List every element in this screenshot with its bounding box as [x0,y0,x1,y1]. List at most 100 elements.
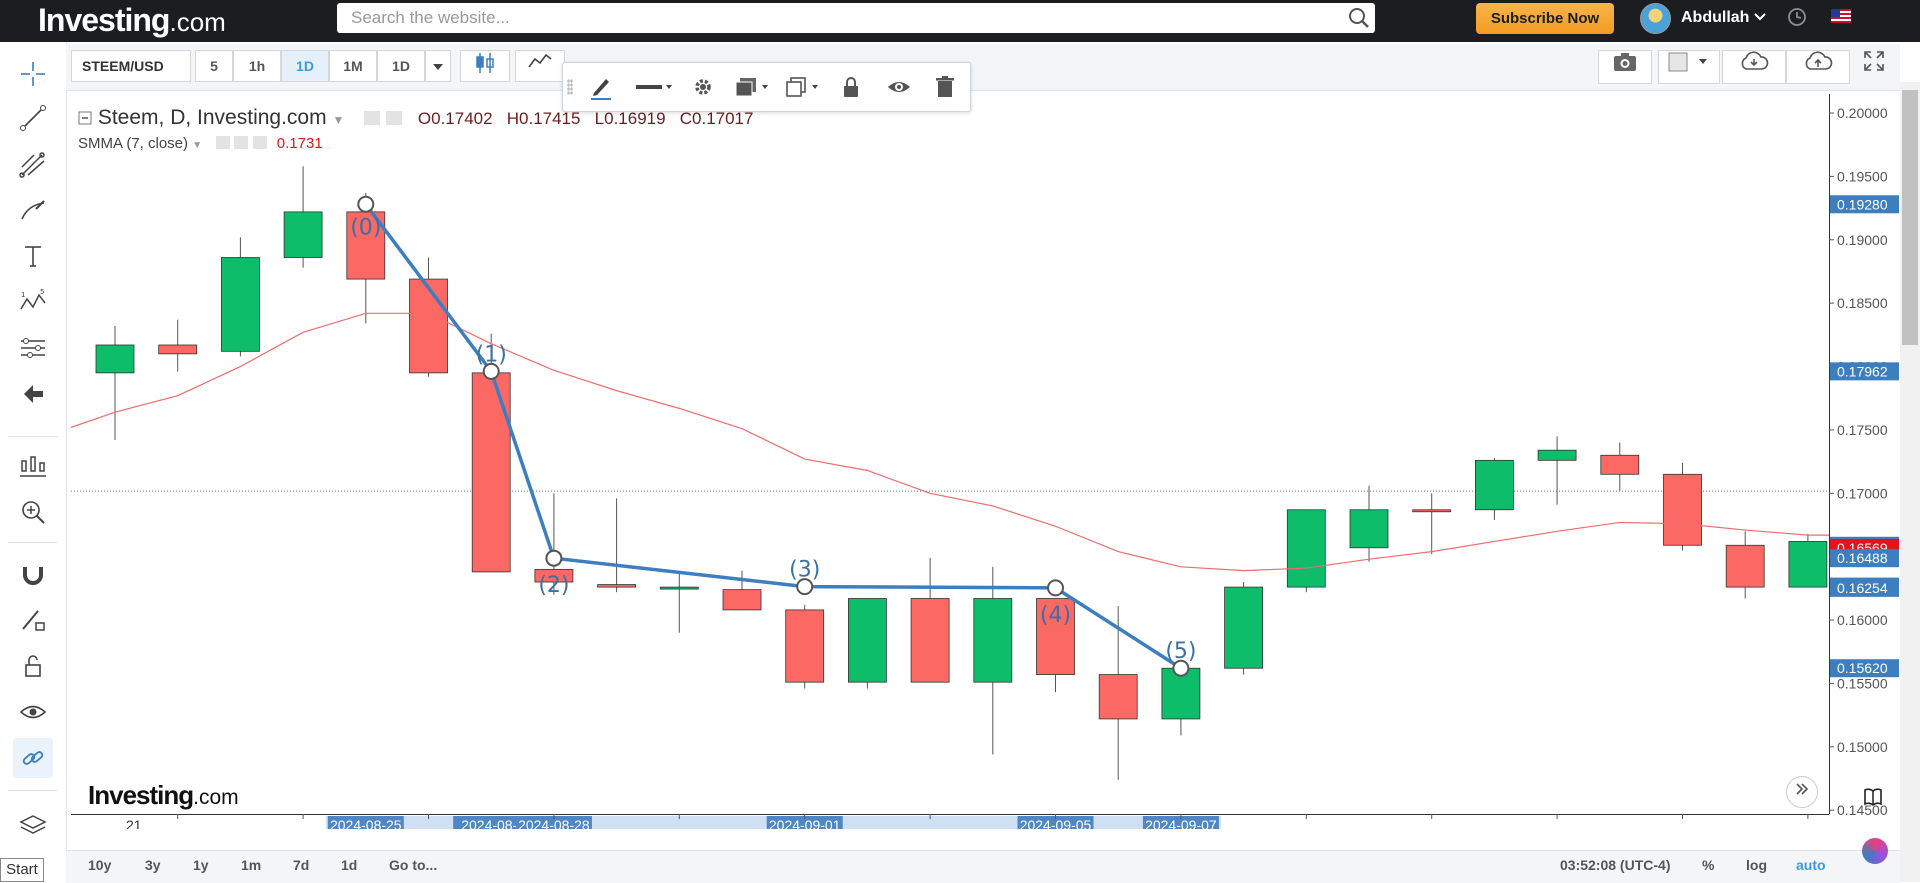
auto-toggle[interactable]: auto [1796,854,1826,876]
eye-icon [19,705,47,719]
compare-button[interactable] [515,50,565,82]
range-1m[interactable]: 1m [241,854,261,876]
pattern-icon: 51 [20,288,46,310]
chevron-down-icon[interactable]: ▼ [192,140,202,151]
lock-drawing-button[interactable] [829,69,873,105]
wave-point-label: (1) [476,342,507,367]
close-icon[interactable] [252,136,267,149]
brush-tool[interactable] [13,190,53,230]
range-3y[interactable]: 3y [145,854,161,876]
indicators-tool[interactable] [13,446,53,486]
clock-icon[interactable] [1787,7,1807,27]
search-icon[interactable] [1348,7,1370,29]
screenshot-button[interactable] [1598,50,1652,84]
trend-line-tool[interactable] [13,98,53,138]
interval-1h[interactable]: 1h [233,50,281,82]
fib-tool[interactable] [13,144,53,184]
symbol-selector[interactable]: STEEM/USD [71,50,191,82]
scroll-right-button[interactable] [1786,776,1818,808]
visual-order-button[interactable] [727,69,777,105]
investing-logo[interactable]: Investing.com [38,2,226,40]
chart-type-button[interactable] [460,50,510,82]
zoom-tool[interactable] [13,492,53,532]
book-icon[interactable] [1862,786,1884,808]
draw-color-button[interactable] [579,69,623,105]
settings-icon[interactable] [364,111,381,125]
text-icon [25,246,41,267]
toolbar-divider [8,436,58,437]
settings-icon[interactable] [216,136,231,149]
us-flag-icon[interactable] [1831,9,1851,23]
stay-drawing-tool[interactable] [13,600,53,640]
text-tool[interactable] [13,236,53,276]
stay-drawing-icon [22,610,45,631]
interval-1m[interactable]: 1M [329,50,377,82]
camera-icon [1614,53,1636,71]
clone-button[interactable] [777,69,827,105]
assistant-icon[interactable] [1862,838,1888,864]
user-menu[interactable]: Abdullah [1681,6,1766,30]
goto-date-button[interactable]: Go to... [389,854,437,876]
prediction-tool[interactable] [13,328,53,368]
price-label-text: 0.19280 [1837,196,1888,212]
time-axis-label: 21 [126,817,142,829]
price-axis-label: 0.15500 [1837,675,1888,691]
interval-1d[interactable]: 1D [281,50,329,82]
indicator-legend[interactable]: SMMA (7, close) ▼ 0.1731 [78,135,323,152]
start-button[interactable]: Start [0,858,44,882]
search-input[interactable] [337,3,1375,33]
subscribe-button[interactable]: Subscribe Now [1476,3,1614,34]
link-tool[interactable] [13,738,53,778]
lock-tool[interactable] [13,646,53,686]
drag-handle[interactable] [567,79,573,95]
price-axis-label: 0.19000 [1837,232,1888,248]
collapse-icon[interactable] [78,111,92,125]
chevron-down-icon[interactable]: ▼ [332,113,344,127]
toolbar-divider [8,542,58,543]
log-toggle[interactable]: log [1746,854,1767,876]
delete-drawing-button[interactable] [923,69,967,105]
zoom-icon [22,501,45,524]
open-value: 0.17402 [431,109,493,128]
color-picker-button[interactable] [1658,50,1720,84]
candle-down [1412,509,1452,513]
hide-drawing-button[interactable] [877,69,921,105]
eye-tool[interactable] [13,692,53,732]
scrollbar-thumb[interactable] [1902,90,1918,345]
candle-up [973,598,1013,683]
color-square-icon [1668,52,1707,72]
fullscreen-icon [1864,51,1884,71]
high-label: H [506,109,520,128]
candle-down [471,372,511,573]
price-axis[interactable]: 0.200000.195000.190000.185000.180000.175… [1829,94,1899,829]
chevron-down-icon [1754,13,1766,21]
candle-up [95,344,135,374]
avatar[interactable] [1640,3,1671,34]
pattern-tool[interactable]: 51 [13,282,53,322]
user-name: Abdullah [1681,9,1750,26]
line-style-button[interactable] [629,69,679,105]
load-chart-button[interactable] [1722,50,1786,84]
magnet-tool[interactable] [13,554,53,594]
crosshair-icon [21,62,45,86]
hide-icon[interactable] [234,136,249,149]
range-7d[interactable]: 7d [293,854,309,876]
price-chart[interactable]: (0)(1)(2)(3)(4)(5)21 2024-08-25 2024-08-:2… [71,94,1829,829]
percent-toggle[interactable]: % [1702,854,1714,876]
interval-5[interactable]: 5 [195,50,233,82]
range-1d[interactable]: 1d [341,854,357,876]
fullscreen-button[interactable] [1856,50,1892,84]
back-arrow-tool[interactable] [13,374,53,414]
crosshair-tool[interactable] [13,54,53,94]
range-1y[interactable]: 1y [193,854,209,876]
eye-icon [888,82,910,92]
settings-button[interactable] [681,69,725,105]
layers-tool[interactable] [13,806,53,846]
interval-dropdown[interactable] [425,50,451,82]
price-label-text: 0.17962 [1837,363,1888,379]
interval-custom[interactable]: 1D [377,50,425,82]
range-10y[interactable]: 10y [88,854,111,876]
save-chart-button[interactable] [1786,50,1850,84]
hide-icon[interactable] [386,111,403,125]
wave-point-label: (5) [1165,639,1196,664]
